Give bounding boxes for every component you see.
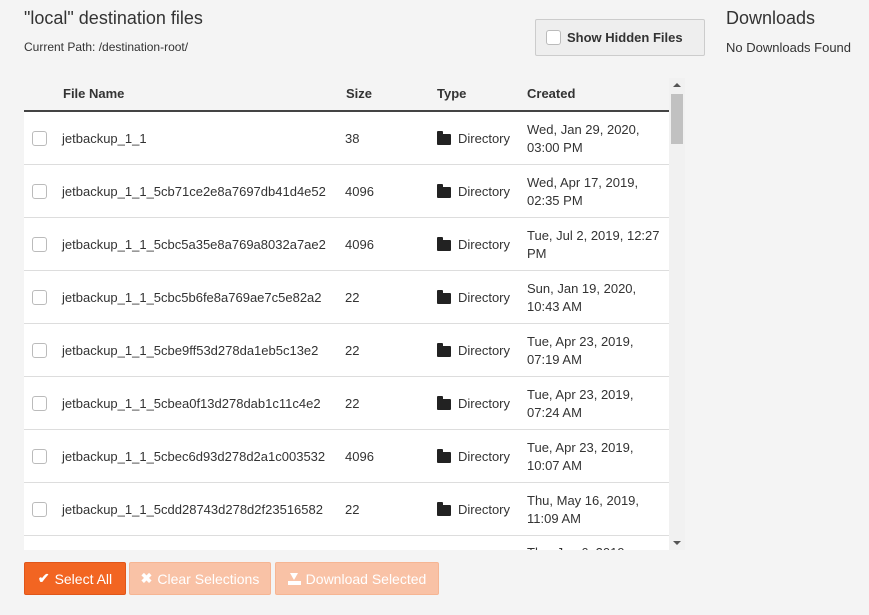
row-checkbox[interactable]: [32, 502, 47, 517]
file-name: jetbackup_1_1_5cbe9ff53d278da1eb5c13e2: [62, 343, 319, 358]
file-type: Directory: [458, 131, 511, 146]
scrollbar-thumb[interactable]: [671, 94, 683, 144]
file-size: 22: [345, 396, 360, 411]
file-created: Wed, Apr 17, 2019, 02:35 PM: [527, 174, 639, 208]
table-row[interactable]: jetbackup_1_1 38 Directory Wed, Jan 29, …: [24, 112, 669, 165]
file-name: jetbackup_1_1_5cbc5a35e8a769a8032a7ae2: [62, 237, 326, 252]
file-created: Wed, Jan 29, 2020, 03:00 PM: [527, 121, 640, 155]
file-size: 22: [345, 290, 360, 305]
page-title: "local" destination files: [24, 8, 203, 28]
row-checkbox[interactable]: [32, 449, 47, 464]
folder-icon: [437, 183, 451, 198]
folder-icon: [437, 395, 451, 410]
file-size: 22: [345, 502, 360, 517]
file-type: Directory: [458, 449, 511, 464]
file-created: Thu, May 16, 2019, 11:09 AM: [527, 492, 640, 526]
downloads-empty-text: No Downloads Found: [726, 40, 852, 55]
table-header: File Name Size Type Created: [24, 78, 669, 112]
scroll-down-arrow-icon[interactable]: [669, 536, 685, 550]
row-checkbox[interactable]: [32, 290, 47, 305]
file-name: jetbackup_1_1_5cbec6d93d278d2a1c003532: [62, 449, 326, 464]
row-checkbox[interactable]: [32, 396, 47, 411]
folder-icon: [437, 342, 451, 357]
table-row[interactable]: Thu, Jun 6, 2019,: [24, 536, 669, 550]
column-header-created[interactable]: Created: [527, 86, 575, 101]
folder-icon: [437, 448, 451, 463]
clear-selections-label: Clear Selections: [157, 570, 260, 587]
file-name: jetbackup_1_1_5cbea0f13d278dab1c11c4e2: [62, 396, 321, 411]
table-row[interactable]: jetbackup_1_1_5cdd28743d278d2f23516582 2…: [24, 483, 669, 536]
close-icon: ✖: [140, 570, 153, 586]
file-name: jetbackup_1_1_5cb71ce2e8a7697db41d4e52: [62, 184, 326, 199]
file-created: Tue, Apr 23, 2019, 10:07 AM: [527, 439, 634, 473]
download-icon: [287, 572, 301, 585]
file-type: Directory: [458, 237, 511, 252]
folder-icon: [437, 289, 451, 304]
select-all-label: Select All: [54, 570, 113, 587]
file-name: jetbackup_1_1_5cdd28743d278d2f23516582: [62, 502, 323, 517]
show-hidden-files-toggle[interactable]: Show Hidden Files: [535, 19, 705, 56]
file-browser-page: "local" destination files Current Path: …: [0, 0, 869, 615]
folder-icon: [437, 501, 451, 516]
table-row[interactable]: jetbackup_1_1_5cbec6d93d278d2a1c003532 4…: [24, 430, 669, 483]
row-checkbox[interactable]: [32, 184, 47, 199]
current-path: Current Path: /destination-root/: [24, 40, 189, 54]
show-hidden-checkbox[interactable]: [546, 30, 561, 45]
file-size: 4096: [345, 449, 374, 464]
file-type: Directory: [458, 290, 511, 305]
files-table: File Name Size Type Created jetbackup_1_…: [24, 78, 685, 550]
file-type: Directory: [458, 502, 511, 517]
row-checkbox[interactable]: [32, 131, 47, 146]
download-selected-button[interactable]: Download Selected: [275, 562, 439, 595]
file-size: 38: [345, 131, 360, 146]
file-size: 4096: [345, 237, 374, 252]
file-created: Tue, Apr 23, 2019, 07:24 AM: [527, 386, 634, 420]
row-checkbox[interactable]: [32, 237, 47, 252]
column-header-type[interactable]: Type: [437, 86, 466, 101]
table-row[interactable]: jetbackup_1_1_5cb71ce2e8a7697db41d4e52 4…: [24, 165, 669, 218]
file-created: Thu, Jun 6, 2019,: [527, 536, 669, 550]
row-checkbox[interactable]: [32, 343, 47, 358]
select-all-button[interactable]: ✔ Select All: [24, 562, 126, 595]
file-created: Tue, Jul 2, 2019, 12:27 PM: [527, 227, 660, 261]
file-created: Sun, Jan 19, 2020, 10:43 AM: [527, 280, 637, 314]
show-hidden-label: Show Hidden Files: [567, 30, 683, 45]
clear-selections-button[interactable]: ✖ Clear Selections: [129, 562, 271, 595]
file-name: jetbackup_1_1: [62, 131, 147, 146]
file-type: Directory: [458, 343, 511, 358]
check-icon: ✔: [37, 570, 50, 586]
table-row[interactable]: jetbackup_1_1_5cbc5b6fe8a769ae7c5e82a2 2…: [24, 271, 669, 324]
scroll-up-arrow-icon[interactable]: [669, 78, 685, 92]
folder-icon: [437, 236, 451, 251]
file-size: 22: [345, 343, 360, 358]
file-created: Tue, Apr 23, 2019, 07:19 AM: [527, 333, 634, 367]
table-row[interactable]: jetbackup_1_1_5cbc5a35e8a769a8032a7ae2 4…: [24, 218, 669, 271]
table-row[interactable]: jetbackup_1_1_5cbe9ff53d278da1eb5c13e2 2…: [24, 324, 669, 377]
table-row[interactable]: jetbackup_1_1_5cbea0f13d278dab1c11c4e2 2…: [24, 377, 669, 430]
table-body: jetbackup_1_1 38 Directory Wed, Jan 29, …: [24, 112, 669, 550]
file-type: Directory: [458, 396, 511, 411]
table-scrollbar[interactable]: [669, 78, 685, 550]
downloads-title: Downloads: [726, 8, 816, 28]
download-selected-label: Download Selected: [305, 570, 427, 587]
file-name: jetbackup_1_1_5cbc5b6fe8a769ae7c5e82a2: [62, 290, 322, 305]
folder-icon: [437, 130, 451, 145]
file-type: Directory: [458, 184, 511, 199]
file-size: 4096: [345, 184, 374, 199]
column-header-size[interactable]: Size: [346, 86, 372, 101]
column-header-file-name[interactable]: File Name: [63, 86, 124, 101]
